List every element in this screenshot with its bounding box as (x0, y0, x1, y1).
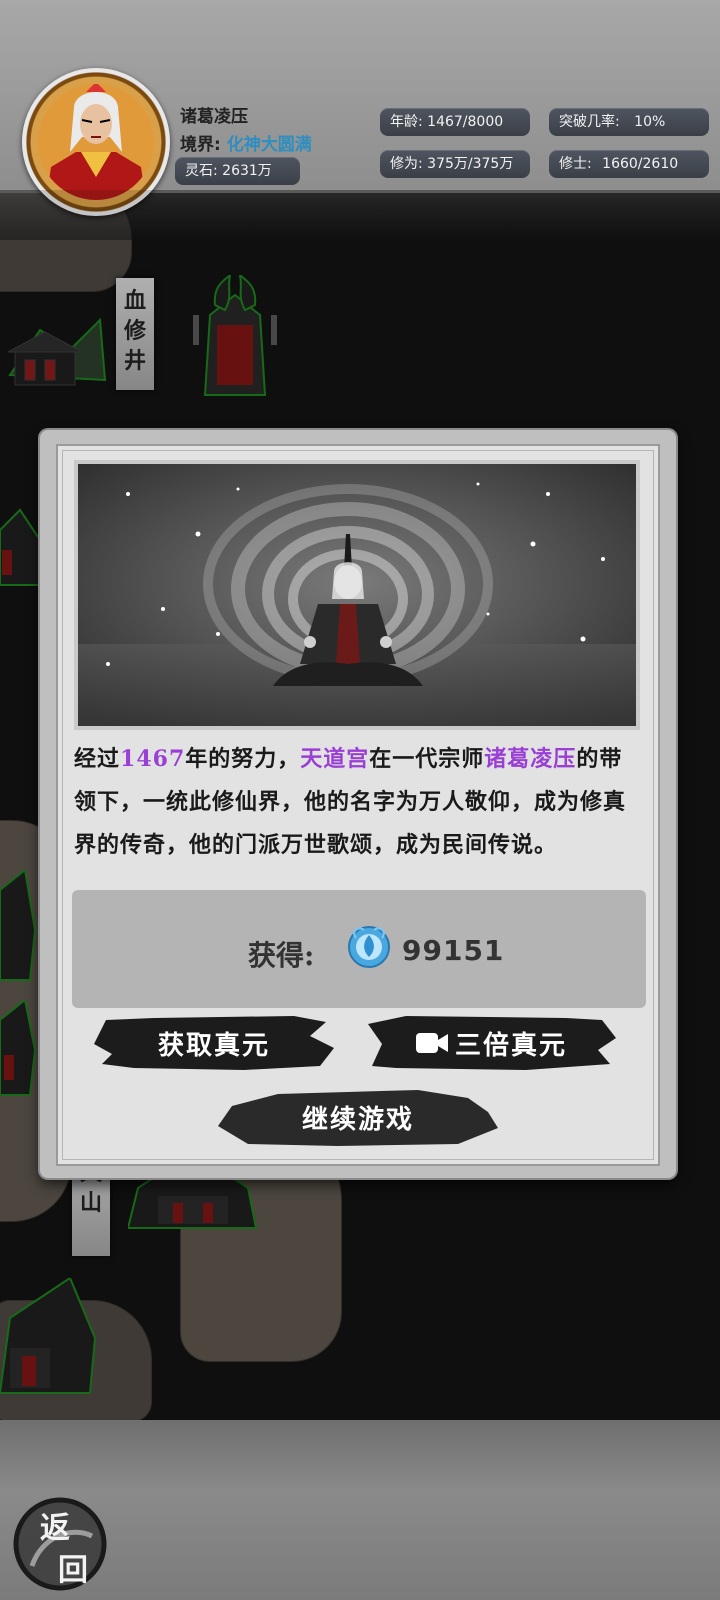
meditating-master-image (78, 464, 636, 726)
spirit-stones-value: 2631万 (222, 163, 272, 179)
story-text: 经过 (74, 746, 121, 772)
age-label: 年龄: (390, 114, 423, 130)
back-label-top: 返 (40, 1511, 70, 1546)
player-name: 诸葛凌压 (180, 107, 248, 127)
get-essence-button[interactable]: 获取真元 (94, 1014, 334, 1072)
top-status-bar: 诸葛凌压 境界: 化神大圆满 灵石: 2631万 年龄: 1467/8000 突… (0, 0, 720, 216)
cultivation-value: 375万/375万 (427, 156, 514, 172)
dialog-panel: 经过1467年的努力，天道宫在一代宗师诸葛凌压的带领下，一统此修仙界，他的名字为… (56, 444, 660, 1166)
breakthrough-pill: 突破几率: 10% (549, 108, 709, 136)
realm-label: 境界: (180, 135, 221, 155)
story-text: 年的努力， (185, 746, 301, 772)
reward-box: 获得: 99151 (72, 890, 646, 1008)
spirit-stones-label: 灵石: (185, 163, 218, 179)
realm-value: 化神大圆满 (226, 135, 312, 155)
triple-essence-label: 三倍真元 (454, 1030, 567, 1061)
continue-game-label: 继续游戏 (301, 1104, 414, 1135)
back-label-bottom: 回 (58, 1553, 88, 1588)
true-essence-orb-icon (348, 926, 390, 968)
back-button[interactable]: 返 回 (12, 1496, 108, 1592)
triple-essence-button[interactable]: 三倍真元 (366, 1014, 616, 1072)
story-highlight: 天道宫 (300, 746, 370, 772)
meditation-illustration (74, 460, 640, 730)
disciples-value: 1660/2610 (602, 156, 679, 172)
story-highlight: 诸葛凌压 (484, 746, 577, 772)
reward-label: 获得: (248, 939, 315, 972)
spirit-stones-pill: 灵石: 2631万 (175, 157, 300, 185)
ending-dialog: 经过1467年的努力，天道宫在一代宗师诸葛凌压的带领下，一统此修仙界，他的名字为… (40, 430, 676, 1178)
cultivation-label: 修为: (390, 156, 423, 172)
age-pill: 年龄: 1467/8000 (380, 108, 530, 136)
avatar-portrait (38, 84, 154, 200)
disciples-label: 修士: (559, 156, 592, 172)
back-button-emblem: 返 回 (13, 1497, 107, 1591)
cultivation-pill: 修为: 375万/375万 (380, 150, 530, 178)
bottom-bar (0, 1420, 720, 1600)
breakthrough-label: 突破几率: (559, 114, 620, 130)
continue-game-button[interactable]: 继续游戏 (218, 1086, 498, 1148)
story-text: 在一代宗师 (369, 746, 485, 772)
reward-value: 99151 (402, 934, 505, 967)
age-value: 1467/8000 (427, 114, 504, 130)
story-highlight: 1467 (120, 746, 186, 772)
breakthrough-value: 10% (634, 114, 666, 130)
disciples-pill: 修士: 1660/2610 (549, 150, 709, 178)
video-camera-icon (415, 1033, 448, 1053)
get-essence-label: 获取真元 (157, 1030, 270, 1061)
ending-story-text: 经过1467年的努力，天道宫在一代宗师诸葛凌压的带领下，一统此修仙界，他的名字为… (74, 738, 644, 867)
realm-row: 境界: 化神大圆满 (180, 130, 312, 155)
